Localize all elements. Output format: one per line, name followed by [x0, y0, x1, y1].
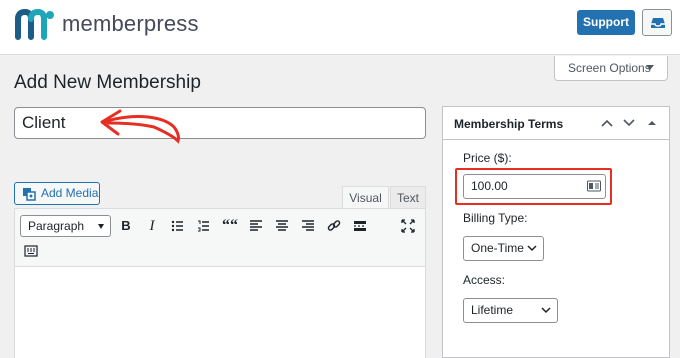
memberpress-logo-icon: [15, 8, 54, 40]
inbox-icon: [651, 18, 665, 28]
add-media-button[interactable]: Add Media: [14, 182, 100, 205]
bold-icon[interactable]: B: [115, 215, 137, 237]
move-up-button[interactable]: [598, 115, 616, 133]
align-center-icon[interactable]: [271, 215, 293, 237]
align-right-icon[interactable]: [297, 215, 319, 237]
membership-terms-header: Membership Terms: [443, 107, 669, 140]
membership-title-input[interactable]: Client: [14, 107, 426, 139]
chevron-down-icon: [646, 65, 654, 70]
link-icon[interactable]: [323, 215, 345, 237]
brand-name: memberpress: [62, 11, 199, 36]
membership-terms-title: Membership Terms: [454, 117, 564, 131]
chevron-down-icon: [623, 119, 635, 127]
collapse-panel-button[interactable]: [644, 115, 662, 133]
read-more-icon[interactable]: [349, 215, 371, 237]
price-label: Price ($):: [463, 151, 512, 165]
chevron-down-icon: [541, 307, 551, 314]
caret-up-icon: [648, 121, 656, 125]
access-value: Lifetime: [471, 303, 514, 317]
bullet-list-icon[interactable]: [167, 215, 189, 237]
billing-type-value: One-Time: [471, 241, 524, 255]
access-label: Access:: [463, 273, 506, 287]
add-media-label: Add Media: [41, 186, 99, 200]
screen-options-button[interactable]: Screen Options: [554, 56, 668, 81]
toolbar-toggle-icon[interactable]: [20, 240, 42, 262]
billing-type-select[interactable]: One-Time: [463, 236, 544, 261]
annotation-arrow-icon: [100, 109, 180, 144]
access-select[interactable]: Lifetime: [463, 298, 558, 323]
media-icon: [23, 188, 36, 201]
chevron-down-icon: [527, 245, 537, 252]
inbox-button[interactable]: [642, 9, 672, 36]
format-select-value: Paragraph: [28, 219, 85, 233]
format-select[interactable]: Paragraph: [20, 215, 111, 237]
align-left-icon[interactable]: [245, 215, 267, 237]
price-highlight-box: [455, 168, 612, 205]
fullscreen-icon[interactable]: [397, 215, 419, 237]
chevron-up-icon: [601, 119, 613, 127]
italic-icon[interactable]: I: [141, 215, 163, 237]
tab-visual[interactable]: Visual: [342, 186, 389, 209]
move-down-button[interactable]: [620, 115, 638, 133]
editor-toolbar: Paragraph B I ““: [15, 209, 425, 267]
billing-type-label: Billing Type:: [463, 211, 528, 225]
tab-text[interactable]: Text: [390, 186, 426, 208]
blockquote-icon[interactable]: ““: [219, 215, 241, 237]
support-button[interactable]: Support: [577, 10, 635, 35]
chevron-down-icon: [98, 224, 104, 229]
content-editor[interactable]: Paragraph B I ““: [14, 208, 426, 358]
screen-options-label: Screen Options: [568, 61, 651, 75]
page-title: Add New Membership: [14, 72, 201, 93]
top-bar: memberpress Support: [0, 0, 680, 55]
numbered-list-icon[interactable]: [193, 215, 215, 237]
